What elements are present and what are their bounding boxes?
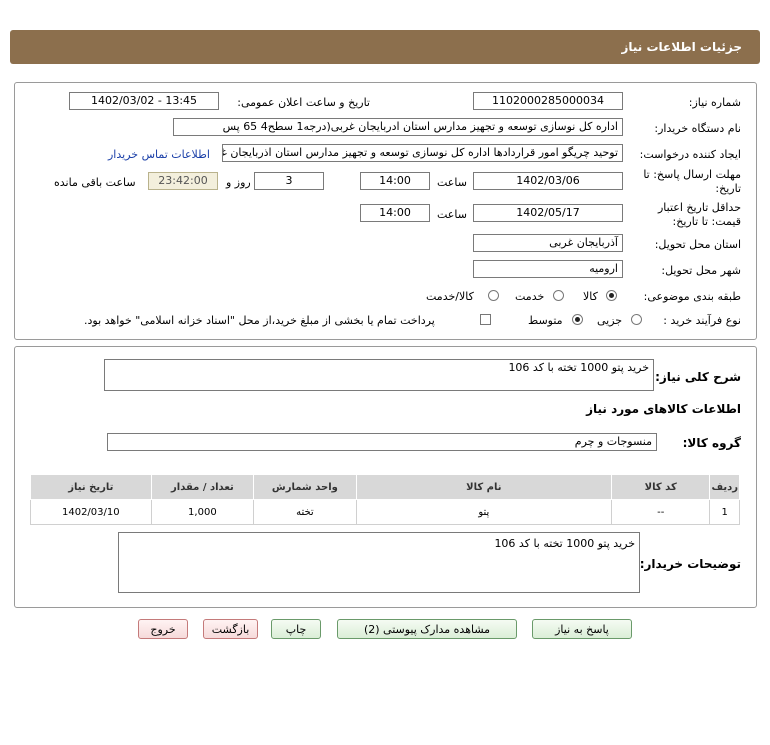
validity-time-field: 14:00 xyxy=(360,204,430,222)
goods-group-label: گروه کالا: xyxy=(682,436,741,450)
general-desc-label: شرح کلی نیاز: xyxy=(655,370,741,384)
col-name-header: نام کالا xyxy=(355,474,613,500)
col-row-header: ردیف xyxy=(709,474,740,500)
deadline-date-field: 1402/03/06 xyxy=(473,172,623,190)
announce-datetime-field: 1402/03/02 - 13:45 xyxy=(69,92,219,110)
validity-label-1: حداقل تاریخ اعتبار xyxy=(657,201,741,214)
need-number-label: شماره نیاز: xyxy=(688,96,741,109)
contact-info-link[interactable]: اطلاعات تماس خریدار xyxy=(108,148,210,161)
deadline-label-2: تاریخ: xyxy=(715,182,741,195)
category-goods-label: کالا xyxy=(583,290,598,303)
need-number-field: 1102000285000034 xyxy=(473,92,623,110)
buyer-notes-label: توضیحات خریدار: xyxy=(639,557,741,571)
validity-time-label: ساعت xyxy=(437,208,467,221)
province-label: استان محل تحویل: xyxy=(654,238,741,251)
creator-field: توحید چریگو امور قراردادها اداره کل نوسا… xyxy=(222,144,623,162)
goods-group-field: منسوجات و چرم xyxy=(107,433,657,451)
goods-table-header-row: ردیف کد کالا نام کالا واحد شمارش تعداد /… xyxy=(30,474,740,500)
validity-label-2: قیمت: تا تاریخ: xyxy=(672,215,741,228)
process-medium-label: متوسط xyxy=(528,314,563,327)
cell-row: 1 xyxy=(709,499,740,525)
category-service-label: خدمت xyxy=(515,290,545,303)
process-minor-radio[interactable] xyxy=(631,314,642,325)
goods-info-title: اطلاعات کالاهای مورد نیاز xyxy=(586,402,741,416)
city-field: ارومیه xyxy=(473,260,623,278)
view-attachments-button[interactable]: مشاهده مدارک پیوستی (2) xyxy=(337,619,517,639)
reply-button[interactable]: پاسخ به نیاز xyxy=(532,619,632,639)
process-minor-label: جزیی xyxy=(597,314,623,327)
category-goods-radio[interactable] xyxy=(606,290,617,301)
cell-name: پتو xyxy=(355,499,613,525)
deadline-time-label: ساعت xyxy=(437,176,467,189)
col-qty-header: تعداد / مقدار xyxy=(150,474,255,500)
province-field: آذربایجان غربی xyxy=(473,234,623,252)
cell-date: 1402/03/10 xyxy=(30,499,152,525)
validity-date-field: 1402/05/17 xyxy=(473,204,623,222)
category-label: طبقه بندی موضوعی: xyxy=(643,290,741,303)
buyer-org-label: نام دستگاه خریدار: xyxy=(654,122,741,135)
col-code-header: کد کالا xyxy=(610,474,711,500)
remaining-time-field: 23:42:00 xyxy=(148,172,218,190)
cell-qty: 1,000 xyxy=(150,499,255,525)
col-unit-header: واحد شمارش xyxy=(253,474,357,500)
remaining-days-field: 3 xyxy=(254,172,324,190)
process-label: نوع فرآیند خرید : xyxy=(663,314,741,327)
category-service-radio[interactable] xyxy=(553,290,564,301)
treasury-payment-checkbox[interactable] xyxy=(480,314,491,325)
remaining-label: ساعت باقی مانده xyxy=(54,176,136,189)
buyer-notes-field: خرید پتو 1000 تخته با کد 106 xyxy=(118,532,640,593)
city-label: شهر محل تحویل: xyxy=(661,264,741,277)
announce-datetime-label: تاریخ و ساعت اعلان عمومی: xyxy=(237,96,370,109)
col-date-header: تاریخ نیاز xyxy=(30,474,152,500)
deadline-time-field: 14:00 xyxy=(360,172,430,190)
creator-label: ایجاد کننده درخواست: xyxy=(639,148,741,161)
process-medium-radio[interactable] xyxy=(572,314,583,325)
table-row: 1 -- پتو تخته 1,000 1402/03/10 xyxy=(30,499,740,525)
goods-table: ردیف کد کالا نام کالا واحد شمارش تعداد /… xyxy=(30,474,740,525)
category-goods-service-radio[interactable] xyxy=(488,290,499,301)
cell-code: -- xyxy=(610,499,711,525)
back-button[interactable]: بازگشت xyxy=(203,619,258,639)
general-desc-field: خرید پتو 1000 تخته با کد 106 xyxy=(104,359,654,391)
treasury-payment-note: پرداخت تمام یا بخشی از مبلغ خرید،از محل … xyxy=(84,314,435,327)
print-button[interactable]: چاپ xyxy=(271,619,321,639)
page-title: جزئیات اطلاعات نیاز xyxy=(621,40,742,54)
category-goods-service-label: کالا/خدمت xyxy=(426,290,474,303)
cell-unit: تخته xyxy=(253,499,357,525)
exit-button[interactable]: خروج xyxy=(138,619,188,639)
deadline-label-1: مهلت ارسال پاسخ: تا xyxy=(643,168,741,181)
page-header: جزئیات اطلاعات نیاز xyxy=(10,30,760,64)
buyer-org-field: اداره کل نوسازی توسعه و تجهیز مدارس استا… xyxy=(173,118,623,136)
days-label: روز و xyxy=(226,176,251,189)
